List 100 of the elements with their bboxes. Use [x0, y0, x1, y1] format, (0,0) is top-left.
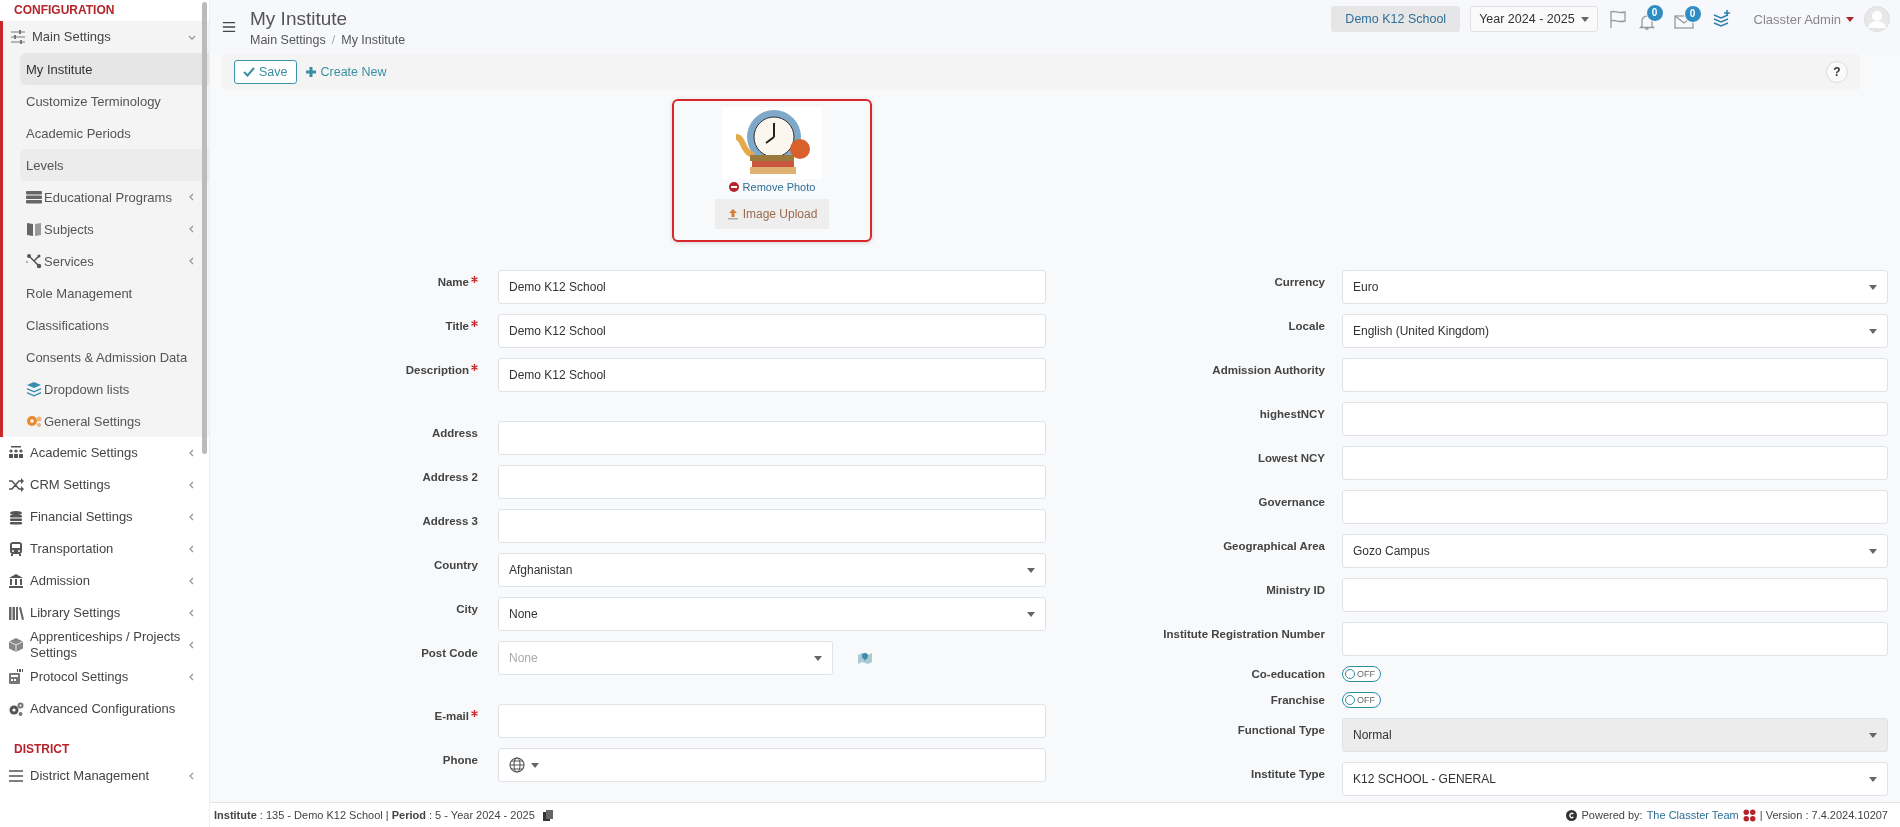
dropdown[interactable]: K12 SCHOOL - GENERAL — [1342, 762, 1888, 796]
help-button[interactable]: ? — [1826, 61, 1848, 83]
create-new-link[interactable]: Create New — [304, 65, 387, 79]
sidebar-item[interactable]: Advanced Configurations — [0, 693, 209, 725]
map-pin-icon[interactable] — [857, 650, 873, 666]
phone-field[interactable] — [498, 748, 1046, 782]
flag-icon — [1607, 9, 1628, 29]
field-label: Name — [437, 276, 478, 288]
dropdown[interactable]: Euro — [1342, 270, 1888, 304]
dropdown[interactable]: Afghanistan — [498, 553, 1046, 587]
copyright-icon — [1566, 809, 1578, 821]
sidebar-subitem[interactable]: Role Management — [20, 277, 209, 309]
caret-icon — [1027, 611, 1035, 617]
breadcrumb-item: My Institute — [341, 32, 406, 47]
country-code-dropdown[interactable] — [509, 757, 539, 773]
gear-icon — [26, 413, 42, 429]
notifications-button[interactable]: 0 — [1637, 4, 1664, 34]
gears-icon — [8, 701, 24, 717]
team-link[interactable]: The Classter Team — [1646, 809, 1739, 821]
sidebar-item[interactable]: District Management — [0, 760, 209, 792]
globe-icon — [509, 757, 525, 773]
sidebar-subitem[interactable]: Subjects — [20, 213, 209, 245]
field-label: Currency — [1274, 276, 1325, 288]
sidebar-subitem[interactable]: Classifications — [20, 309, 209, 341]
field-label: Ministry ID — [1266, 584, 1325, 596]
field-label: Admission Authority — [1212, 364, 1325, 376]
text-field[interactable] — [1342, 402, 1888, 436]
menu-icon — [222, 20, 236, 34]
field-label: Post Code — [421, 647, 478, 659]
text-field[interactable] — [1342, 490, 1888, 524]
version-text: | Version : 7.4.2024.10207 — [1759, 809, 1888, 821]
field-label: Institute Registration Number — [1163, 628, 1325, 640]
avatar-icon — [1864, 6, 1890, 32]
layers-icon — [26, 381, 42, 397]
caret-icon — [531, 762, 539, 768]
messages-button[interactable]: 0 — [1673, 5, 1702, 33]
bus-icon — [8, 541, 24, 557]
sidebar-item[interactable]: Admission — [0, 565, 209, 597]
field-label: Lowest NCY — [1257, 452, 1325, 464]
text-field[interactable] — [1342, 446, 1888, 480]
sidebar-subitem[interactable]: My Institute — [20, 53, 209, 85]
sidebar-item[interactable]: Main Settings — [3, 21, 209, 53]
book-icon — [26, 221, 42, 237]
sidebar-item[interactable]: Library Settings — [0, 597, 209, 629]
sidebar-subitem[interactable]: Levels — [20, 149, 209, 181]
sidebar-subitem[interactable]: Educational Programs — [20, 181, 209, 213]
image-upload-button[interactable]: Image Upload — [714, 199, 830, 229]
dropdown[interactable]: English (United Kingdom) — [1342, 314, 1888, 348]
field-label: Franchise — [1270, 694, 1325, 706]
field-label: Geographical Area — [1223, 540, 1325, 552]
dropdown[interactable]: Gozo Campus — [1342, 534, 1888, 568]
year-dropdown[interactable]: Year 2024 - 2025 — [1470, 6, 1598, 32]
sidebar-subitem[interactable]: General Settings — [20, 405, 209, 437]
field-label: Title — [445, 320, 478, 332]
caret-icon — [1869, 548, 1877, 554]
minus-circle-icon — [728, 182, 739, 192]
text-field[interactable] — [1342, 358, 1888, 392]
sidebar-subitem[interactable]: Customize Terminology — [20, 85, 209, 117]
field-label: Address 2 — [422, 471, 478, 483]
scrollbar[interactable] — [202, 2, 207, 454]
text-field[interactable]: Demo K12 School — [498, 314, 1046, 348]
field-label: Country — [433, 559, 478, 571]
layers-plus-icon — [1711, 9, 1732, 29]
sidebar-subitem[interactable]: Services — [20, 245, 209, 277]
sidebar-item[interactable]: Apprenticeships / Projects Settings — [0, 629, 209, 661]
text-field[interactable] — [1342, 622, 1888, 656]
sidebar-subitem[interactable]: Academic Periods — [20, 117, 209, 149]
text-field[interactable] — [498, 509, 1046, 543]
toggle-switch[interactable]: OFF — [1342, 666, 1381, 682]
caret-icon — [814, 655, 822, 661]
text-field[interactable] — [498, 421, 1046, 455]
remove-photo-link[interactable]: Remove Photo — [728, 181, 816, 193]
sidebar-subitem[interactable]: Dropdown lists — [20, 373, 209, 405]
caret-icon — [1027, 567, 1035, 573]
breadcrumb-item[interactable]: Main Settings — [250, 32, 326, 47]
school-button[interactable]: Demo K12 School — [1331, 6, 1461, 32]
dropdown[interactable]: None — [498, 597, 1046, 631]
check-icon — [243, 66, 255, 78]
field-label: Locale — [1288, 320, 1325, 332]
sidebar-item[interactable]: Academic Settings — [0, 437, 209, 469]
sidebar-item[interactable]: Transportation — [0, 533, 209, 565]
text-field[interactable] — [498, 465, 1046, 499]
sidebar-subitem[interactable]: Consents & Admission Data — [20, 341, 209, 373]
coins-icon — [8, 509, 24, 525]
sidebar-item[interactable]: Financial Settings — [0, 501, 209, 533]
text-field[interactable]: Demo K12 School — [498, 270, 1046, 304]
breadcrumb-separator: / — [331, 32, 336, 47]
text-field[interactable] — [1342, 578, 1888, 612]
sidebar-item[interactable]: CRM Settings — [0, 469, 209, 501]
text-field[interactable]: Demo K12 School — [498, 358, 1046, 392]
toggle-switch[interactable]: OFF — [1342, 692, 1381, 708]
save-button[interactable]: Save — [234, 60, 297, 84]
text-field[interactable] — [498, 704, 1046, 738]
notification-count: 0 — [1645, 4, 1664, 22]
page-title: My Institute — [250, 7, 349, 30]
sliders-icon — [10, 29, 26, 45]
field-label: Address — [431, 427, 478, 439]
caret-icon — [1869, 328, 1877, 334]
message-count: 0 — [1683, 5, 1702, 23]
sidebar-item[interactable]: Protocol Settings — [0, 661, 209, 693]
